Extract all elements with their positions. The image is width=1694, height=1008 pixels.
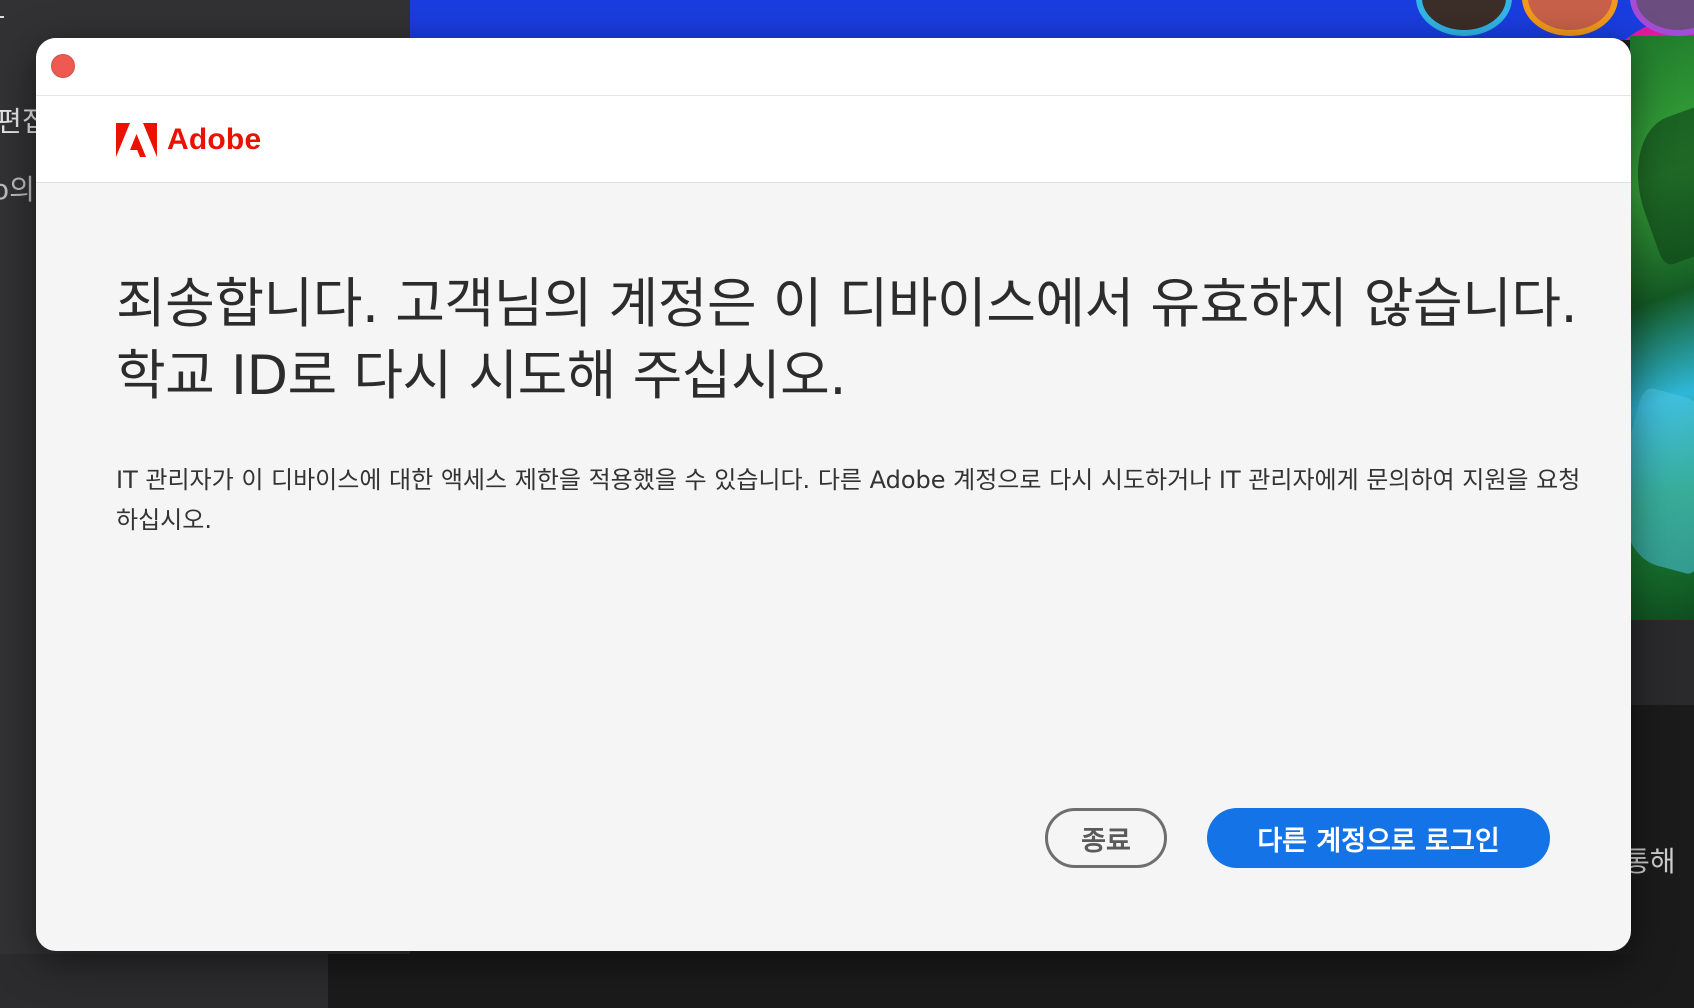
- background-label: o의: [0, 173, 35, 206]
- window-titlebar: [36, 38, 1631, 96]
- leaf-decoration: [1630, 385, 1694, 577]
- account-error-dialog: Adobe 죄송합니다. 고객님의 계정은 이 디바이스에서 유효하지 않습니다…: [36, 38, 1631, 951]
- brand-name: Adobe: [167, 123, 262, 156]
- adobe-logo: Adobe: [116, 123, 261, 157]
- login-other-account-button[interactable]: 다른 계정으로 로그인: [1207, 808, 1550, 868]
- dialog-content: 죄송합니다. 고객님의 계정은 이 디바이스에서 유효하지 않습니다. 학교 I…: [116, 268, 1596, 540]
- error-description: IT 관리자가 이 디바이스에 대한 액세스 제한을 적용했을 수 있습니다. …: [116, 466, 1581, 534]
- dialog-header: Adobe: [36, 96, 1631, 183]
- adobe-logo-icon: [116, 123, 157, 157]
- quit-button[interactable]: 종료: [1045, 808, 1167, 868]
- window-close-button[interactable]: [51, 54, 75, 78]
- error-headline: 죄송합니다. 고객님의 계정은 이 디바이스에서 유효하지 않습니다. 학교 I…: [116, 272, 1578, 407]
- background-divider: [0, 16, 4, 18]
- background-bottom-bar: [328, 954, 1694, 1008]
- background-left-lower: [0, 954, 328, 1008]
- background-label: 통해: [1624, 845, 1676, 878]
- background-foliage-image: [1630, 36, 1694, 620]
- leaf-decoration: [1630, 104, 1694, 268]
